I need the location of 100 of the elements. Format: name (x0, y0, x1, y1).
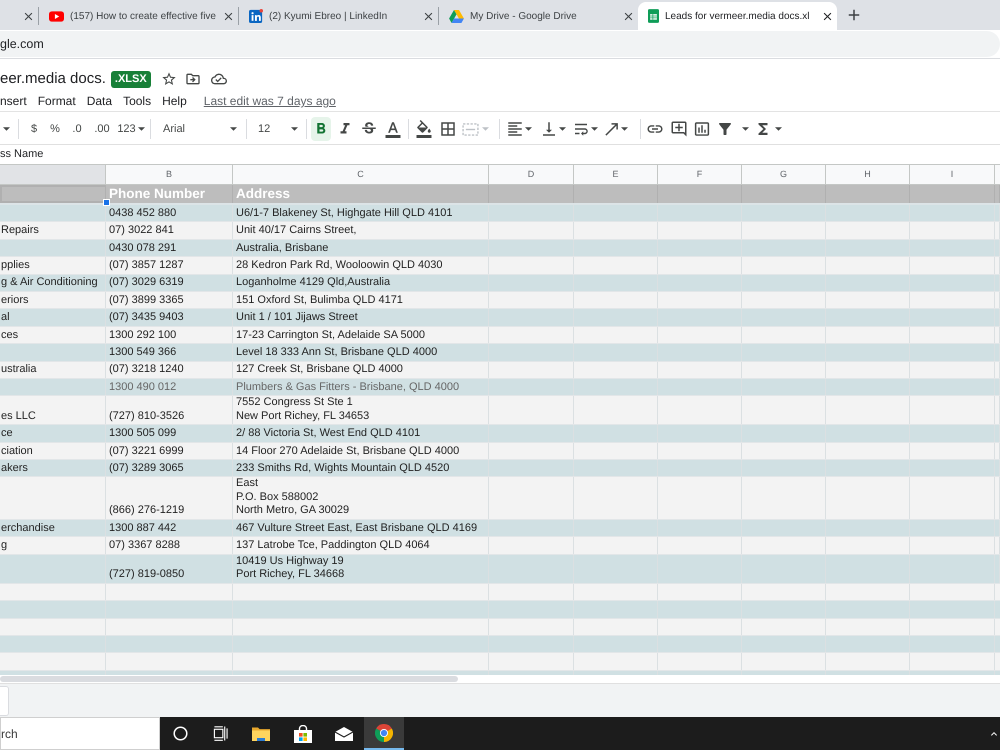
caret-icon (742, 127, 749, 131)
table-cell: (07) 3899 3365 (106, 292, 233, 308)
table-cell: (07) 3435 9403 (106, 309, 233, 326)
table-cell: pplies (0, 257, 106, 274)
browser-tab[interactable]: (157) How to create effective five (39, 2, 238, 30)
table-cell: (07) 3221 6999 (106, 442, 233, 460)
folder-arrow-icon[interactable] (184, 71, 201, 87)
professional-network-logo-icon (249, 9, 263, 23)
table-cell: 7552 Congress St Ste 1 New Port Richey, FL 34653 (233, 396, 489, 424)
table-cell: 14 Floor 270 Adelaide St, Brisbane QLD 4000 (233, 442, 489, 460)
table-cell: 0430 078 291 (106, 240, 233, 256)
cloud-check-icon[interactable] (210, 71, 227, 87)
table-cell: ustralia (0, 362, 106, 378)
paint-bucket-icon[interactable] (415, 120, 433, 138)
shopping-bag-icon (294, 724, 312, 742)
document-title[interactable]: eer.media docs. (0, 68, 106, 90)
arrow-down-to-line-icon (540, 120, 558, 138)
table-cell: Level 18 333 Ann St, Brisbane QLD 4000 (233, 344, 489, 361)
column-header[interactable]: G (742, 165, 826, 185)
increase-decimal-button[interactable]: .00 (90, 117, 114, 141)
file-type-badge: .XLSX (110, 70, 151, 88)
table-cell: al (0, 309, 106, 326)
table-cell: 151 Oxford St, Bulimba QLD 4171 (233, 292, 489, 308)
table-cell: East P.O. Box 588002 North Metro, GA 30029 (233, 477, 489, 519)
column-header[interactable] (995, 165, 1000, 185)
number-format-button[interactable]: 123 (114, 117, 148, 141)
scrollbar-thumb[interactable] (0, 676, 458, 682)
font-size-dropdown[interactable]: 12 (251, 117, 301, 141)
table-cell: 127 Creek St, Brisbane QLD 4000 (233, 362, 489, 378)
table-cell: 1300 292 100 (106, 326, 233, 344)
spreadsheet-logo-icon (648, 9, 659, 23)
caret-icon (482, 127, 489, 131)
column-header[interactable]: E (574, 165, 658, 185)
table-cell: ces (0, 326, 106, 344)
currency-button[interactable]: $ (24, 117, 44, 141)
bar-chart-icon[interactable] (693, 120, 711, 138)
diagonal-arrow-icon (604, 122, 619, 136)
table-cell: akers (0, 460, 106, 476)
caret-icon (775, 127, 782, 131)
table-cell: 137 Latrobe Tce, Paddington QLD 4064 (233, 537, 489, 554)
table-cell: Unit 40/17 Cairns Street, (233, 222, 489, 239)
task-view-icon (212, 726, 228, 741)
triangle-logo-icon (449, 10, 464, 22)
column-header[interactable]: I (910, 165, 995, 185)
menu-item[interactable]: nsert (0, 92, 27, 110)
button-edge[interactable] (0, 686, 9, 716)
comment-plus-icon[interactable] (670, 120, 688, 138)
table-cell: 2/ 88 Victoria St, West End QLD 4101 (233, 425, 489, 442)
column-header[interactable]: B (106, 165, 233, 185)
formula-field[interactable]: ss Name (0, 145, 1000, 164)
column-header[interactable]: C (233, 165, 489, 185)
filter-icon (716, 120, 734, 138)
browser-tab[interactable]: Leads for vermeer.media docs.xl (638, 2, 837, 30)
menu-item[interactable]: Data (86, 92, 112, 110)
table-cell: (727) 819-0850 (106, 554, 233, 583)
last-edit-link[interactable]: Last edit was 7 days ago (204, 92, 336, 110)
table-cell: g & Air Conditioning (0, 274, 106, 291)
taskbar-button[interactable] (364, 717, 404, 750)
circle-icon (172, 726, 188, 741)
table-cell: erchandise (0, 520, 106, 536)
table-cell: Loganholme 4129 Qld,Australia (233, 274, 489, 291)
caret-icon (291, 127, 298, 131)
table-cell: es LLC (0, 396, 106, 424)
search-field[interactable]: rch (0, 717, 160, 750)
caret-icon (525, 127, 532, 131)
table-cell: (07) 3289 3065 (106, 460, 233, 476)
caret-icon (230, 127, 237, 131)
envelope-icon (334, 726, 352, 740)
browser-tab[interactable]: (2) Kyumi Ebreo | LinkedIn (239, 2, 438, 30)
menu-item[interactable]: Tools (123, 92, 152, 110)
table-cell: 07) 3022 841 (106, 222, 233, 239)
table-cell: Repairs (0, 222, 106, 239)
menu-item[interactable]: Help (162, 92, 187, 110)
table-cell: (07) 3029 6319 (106, 274, 233, 291)
grid-icon[interactable] (439, 120, 457, 138)
table-cell: (866) 276-1219 (106, 477, 233, 519)
column-header[interactable]: H (826, 165, 910, 185)
browser-logo-icon (375, 724, 393, 742)
decrease-decimal-button[interactable]: .0 (66, 117, 88, 141)
column-header[interactable]: F (658, 165, 742, 185)
bold-button[interactable] (311, 117, 331, 141)
percent-button[interactable]: % (45, 117, 65, 141)
browser-tab[interactable]: My Drive - Google Drive (439, 2, 638, 30)
dashed-rectangle-icon (462, 122, 479, 136)
fill-handle-icon[interactable] (103, 199, 110, 206)
star-icon[interactable] (160, 71, 177, 87)
caret-icon (621, 127, 628, 131)
table-cell: U6/1-7 Blakeney St, Highgate Hill QLD 4101 (233, 205, 489, 222)
letter-a-underline-icon[interactable] (384, 120, 402, 138)
folder-icon (252, 726, 270, 741)
address-bar[interactable]: gle.com (0, 31, 1000, 57)
table-cell: Unit 1 / 101 Jijaws Street (233, 309, 489, 326)
menu-item[interactable]: Format (38, 92, 76, 110)
table-cell: 10419 Us Highway 19 Port Richey, FL 34668 (233, 554, 489, 583)
table-cell: Plumbers & Gas Fitters - Brisbane, QLD 4000 (233, 378, 489, 396)
table-cell: (727) 810-3526 (106, 396, 233, 424)
font-dropdown[interactable]: Arial (156, 117, 242, 141)
column-header[interactable]: D (489, 165, 574, 185)
table-cell: ciation (0, 442, 106, 460)
column-header[interactable] (0, 165, 106, 185)
